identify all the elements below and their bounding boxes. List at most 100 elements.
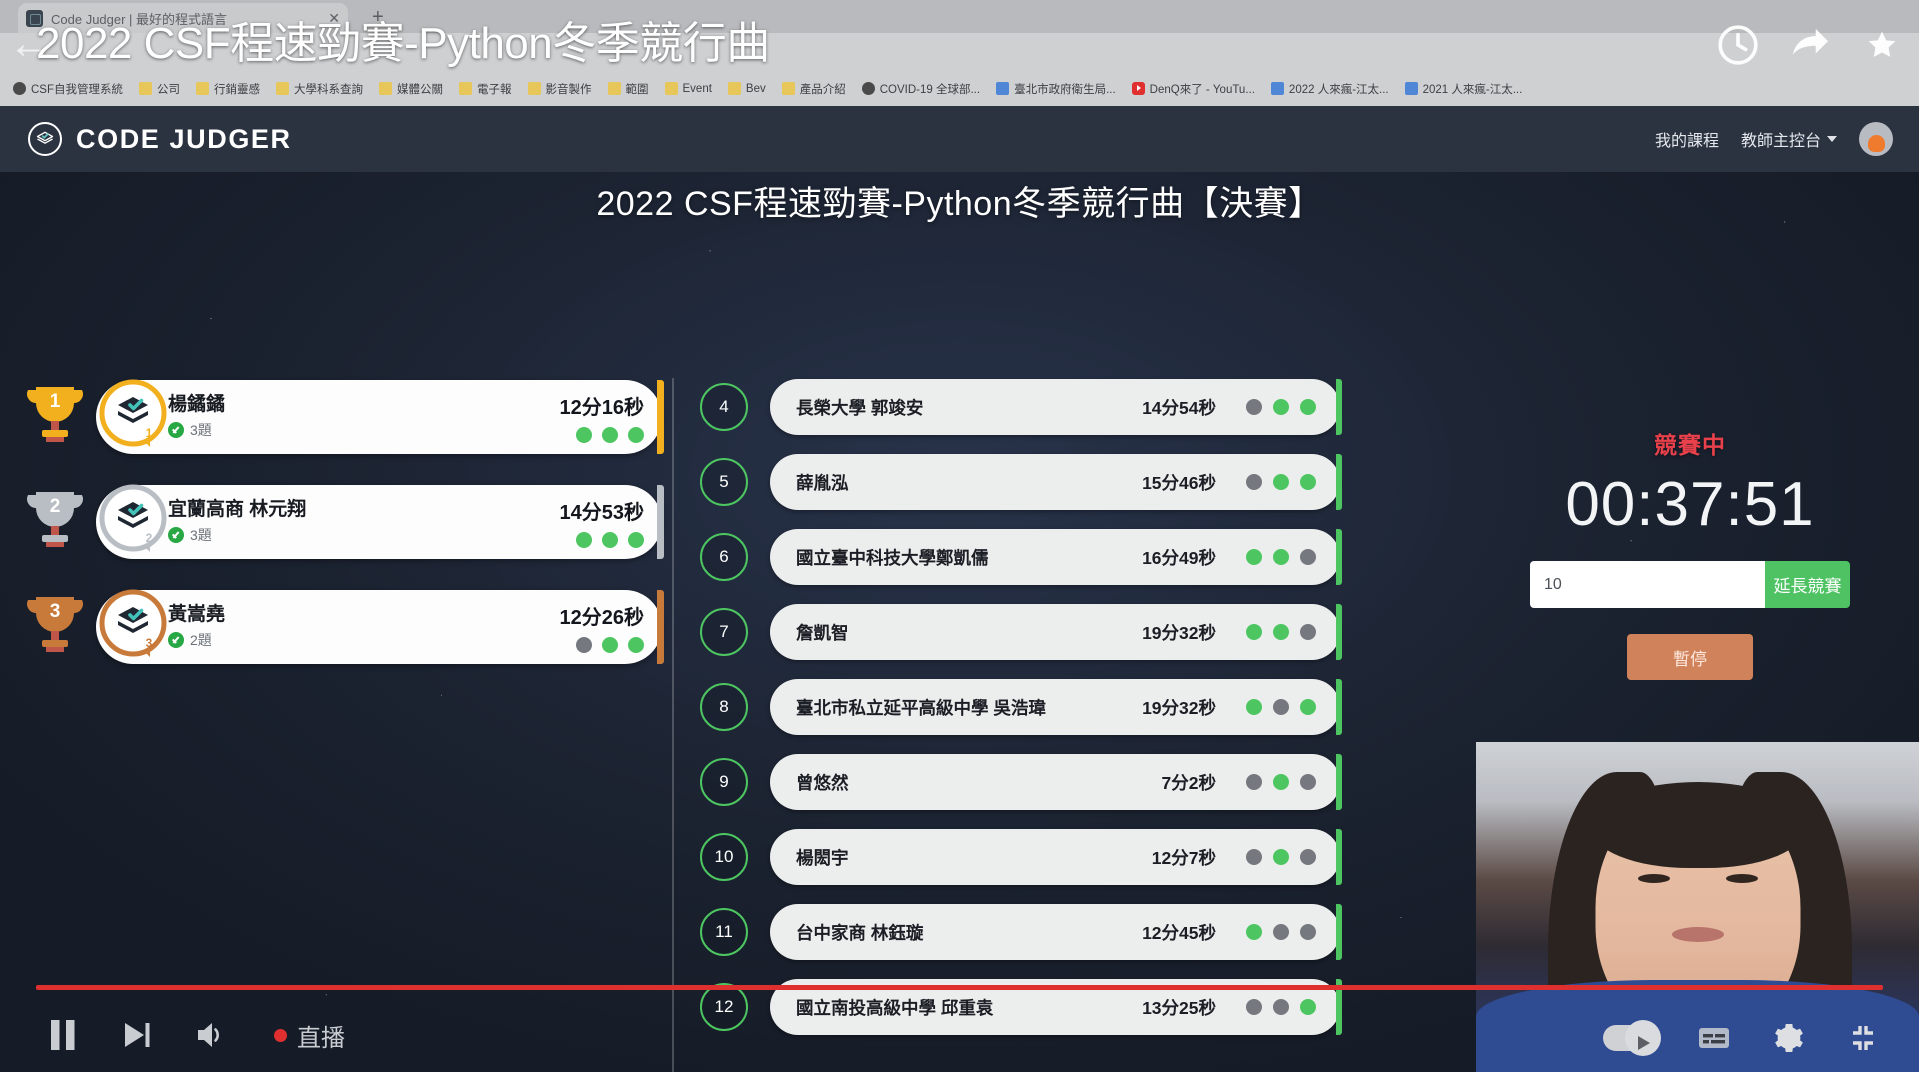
doc-icon [996,82,1010,95]
problem-status-dot [1300,399,1316,415]
rank-row[interactable]: 8 臺北市私立延平高級中學 吳浩瑋 19分32秒 [700,678,1342,736]
finish-time: 12分26秒 [559,607,645,629]
autoplay-toggle[interactable] [1603,1020,1661,1056]
rank-number: 9 [700,758,748,806]
pause-contest-button[interactable]: 暫停 [1627,634,1753,680]
rank-card[interactable]: 國立臺中科技大學鄭凱儒 16分49秒 [770,529,1342,585]
bookmark-item[interactable]: Event [658,79,719,98]
podium-card[interactable]: 2 宜蘭高商 林元翔 3題 14分53秒 [96,484,664,559]
header-nav: 我的課程 教師主控台 [1655,122,1893,156]
trophy-rank-2: 2 [22,486,88,558]
nav-teacher-console[interactable]: 教師主控台 [1741,127,1837,151]
bookmark-item[interactable]: 產品介紹 [775,78,853,100]
problem-status-dot [1246,849,1262,865]
rank-card[interactable]: 曾悠然 7分2秒 [770,754,1342,810]
card-accent-edge [657,590,664,664]
rank-row[interactable]: 10 楊閎宇 12分7秒 [700,828,1342,886]
rank-card[interactable]: 臺北市私立延平高級中學 吳浩瑋 19分32秒 [770,679,1342,735]
rank-row[interactable]: 5 薛胤泓 15分46秒 [700,453,1342,511]
problem-status-dot [628,427,644,443]
rank-row[interactable]: 6 國立臺中科技大學鄭凱儒 16分49秒 [700,528,1342,586]
folder-icon [196,82,209,95]
rank-number: 5 [700,458,748,506]
svg-text:3: 3 [50,601,61,622]
extend-minutes-input[interactable] [1530,561,1765,608]
browser-tab[interactable]: Code Judger | 最好的程式語言 ✕ [18,3,348,33]
webcam-bangs [1590,781,1805,868]
competitor-name: 宜蘭高商 林元翔 [168,498,307,520]
bookmark-item[interactable]: CSF自我管理系統 [6,78,130,100]
bookmark-label: 媒體公關 [397,83,443,96]
cube-logo-icon [28,122,62,156]
rank-number: 6 [700,533,748,581]
bookmark-item[interactable]: 影音製作 [521,78,599,100]
problem-status-dot [576,427,592,443]
extend-contest-button[interactable]: 延長競賽 [1765,561,1850,608]
bookmark-item[interactable]: DenQ來了 - YouTu... [1125,78,1262,100]
avatar[interactable] [1859,122,1893,156]
bookmark-item[interactable]: 2021 人來瘋-江太... [1398,78,1530,100]
problem-status-dot [628,532,644,548]
rank-card[interactable]: 詹凱智 19分32秒 [770,604,1342,660]
podium-row[interactable]: 1 1 楊鐍鐍 3題 12分16秒 [22,378,664,456]
volume-button[interactable] [194,1019,228,1051]
rank-row[interactable]: 11 台中家商 林鈺璇 12分45秒 [700,903,1342,961]
finish-time: 15分46秒 [1142,472,1216,493]
bookmark-item[interactable]: 臺北市政府衛生局... [989,78,1123,100]
rank-row[interactable]: 7 詹凱智 19分32秒 [700,603,1342,661]
webcam-mouth [1671,926,1724,942]
rank-number: 7 [700,608,748,656]
chevron-down-icon [1827,136,1837,142]
bookmark-label: 2022 人來瘋-江太... [1288,83,1389,96]
video-progress-bar[interactable] [36,985,1883,990]
subtitles-button[interactable] [1697,1025,1731,1051]
rank-row[interactable]: 4 長榮大學 郭竣安 14分54秒 [700,378,1342,436]
problem-status-dot [1246,624,1262,640]
rank-card[interactable]: 長榮大學 郭竣安 14分54秒 [770,379,1342,435]
problem-status-dot [1246,474,1262,490]
close-tab-icon[interactable]: ✕ [328,10,340,27]
settings-button[interactable] [1773,1022,1805,1054]
next-video-button[interactable] [120,1018,154,1052]
card-accent-edge [1336,754,1342,810]
live-indicator[interactable]: 直播 [274,1018,345,1053]
pause-button[interactable] [46,1016,80,1054]
solved-count: 2題 [168,630,225,650]
bookmark-item[interactable]: 電子報 [452,78,519,100]
folder-icon [664,82,678,95]
bookmark-item[interactable]: 2022 人來瘋-江太... [1264,78,1396,100]
bookmark-item[interactable]: 範圍 [601,78,656,100]
bookmark-label: 影音製作 [545,83,592,96]
globe-icon [861,82,875,95]
exit-fullscreen-button[interactable] [1847,1022,1879,1054]
podium-card[interactable]: 3 黃嵩堯 2題 12分26秒 [96,589,664,664]
bookmark-item[interactable]: 行銷靈感 [189,78,267,100]
bookmark-label: CSF自我管理系統 [31,83,123,96]
competitor-name: 長榮大學 郭竣安 [796,397,924,418]
podium-row[interactable]: 3 3 黃嵩堯 2題 12分26秒 [22,588,664,666]
podium-row[interactable]: 2 2 宜蘭高商 林元翔 3題 14分53秒 [22,483,664,561]
competitor-name: 臺北市私立延平高級中學 吳浩瑋 [796,697,1046,718]
bookmark-item[interactable]: 媒體公關 [372,78,450,100]
podium-right: 14分53秒 [560,496,644,548]
new-tab-button[interactable]: + [372,7,384,27]
rank-row[interactable]: 9 曾悠然 7分2秒 [700,753,1342,811]
problem-status-dot [576,532,592,548]
card-accent-edge [1336,604,1342,660]
competitor-name: 曾悠然 [796,772,849,793]
nav-my-courses[interactable]: 我的課程 [1655,127,1719,151]
problem-status-dot [1300,849,1316,865]
rank-card[interactable]: 台中家商 林鈺璇 12分45秒 [770,904,1342,960]
rank-card[interactable]: 楊閎宇 12分7秒 [770,829,1342,885]
check-circle-icon [168,527,184,544]
bookmark-item[interactable]: Bev [721,79,773,98]
bookmark-label: 臺北市政府衛生局... [1014,83,1116,96]
bookmark-item[interactable]: COVID-19 全球部... [855,78,987,100]
brand[interactable]: CODE JUDGER [28,122,292,156]
podium-card[interactable]: 1 楊鐍鐍 3題 12分16秒 [96,379,664,454]
bookmark-item[interactable]: 大學科系查詢 [269,78,370,100]
bookmark-label: 大學科系查詢 [294,83,363,96]
site-header: CODE JUDGER 我的課程 教師主控台 [0,106,1919,172]
bookmark-item[interactable]: 公司 [132,78,187,100]
rank-card[interactable]: 薛胤泓 15分46秒 [770,454,1342,510]
